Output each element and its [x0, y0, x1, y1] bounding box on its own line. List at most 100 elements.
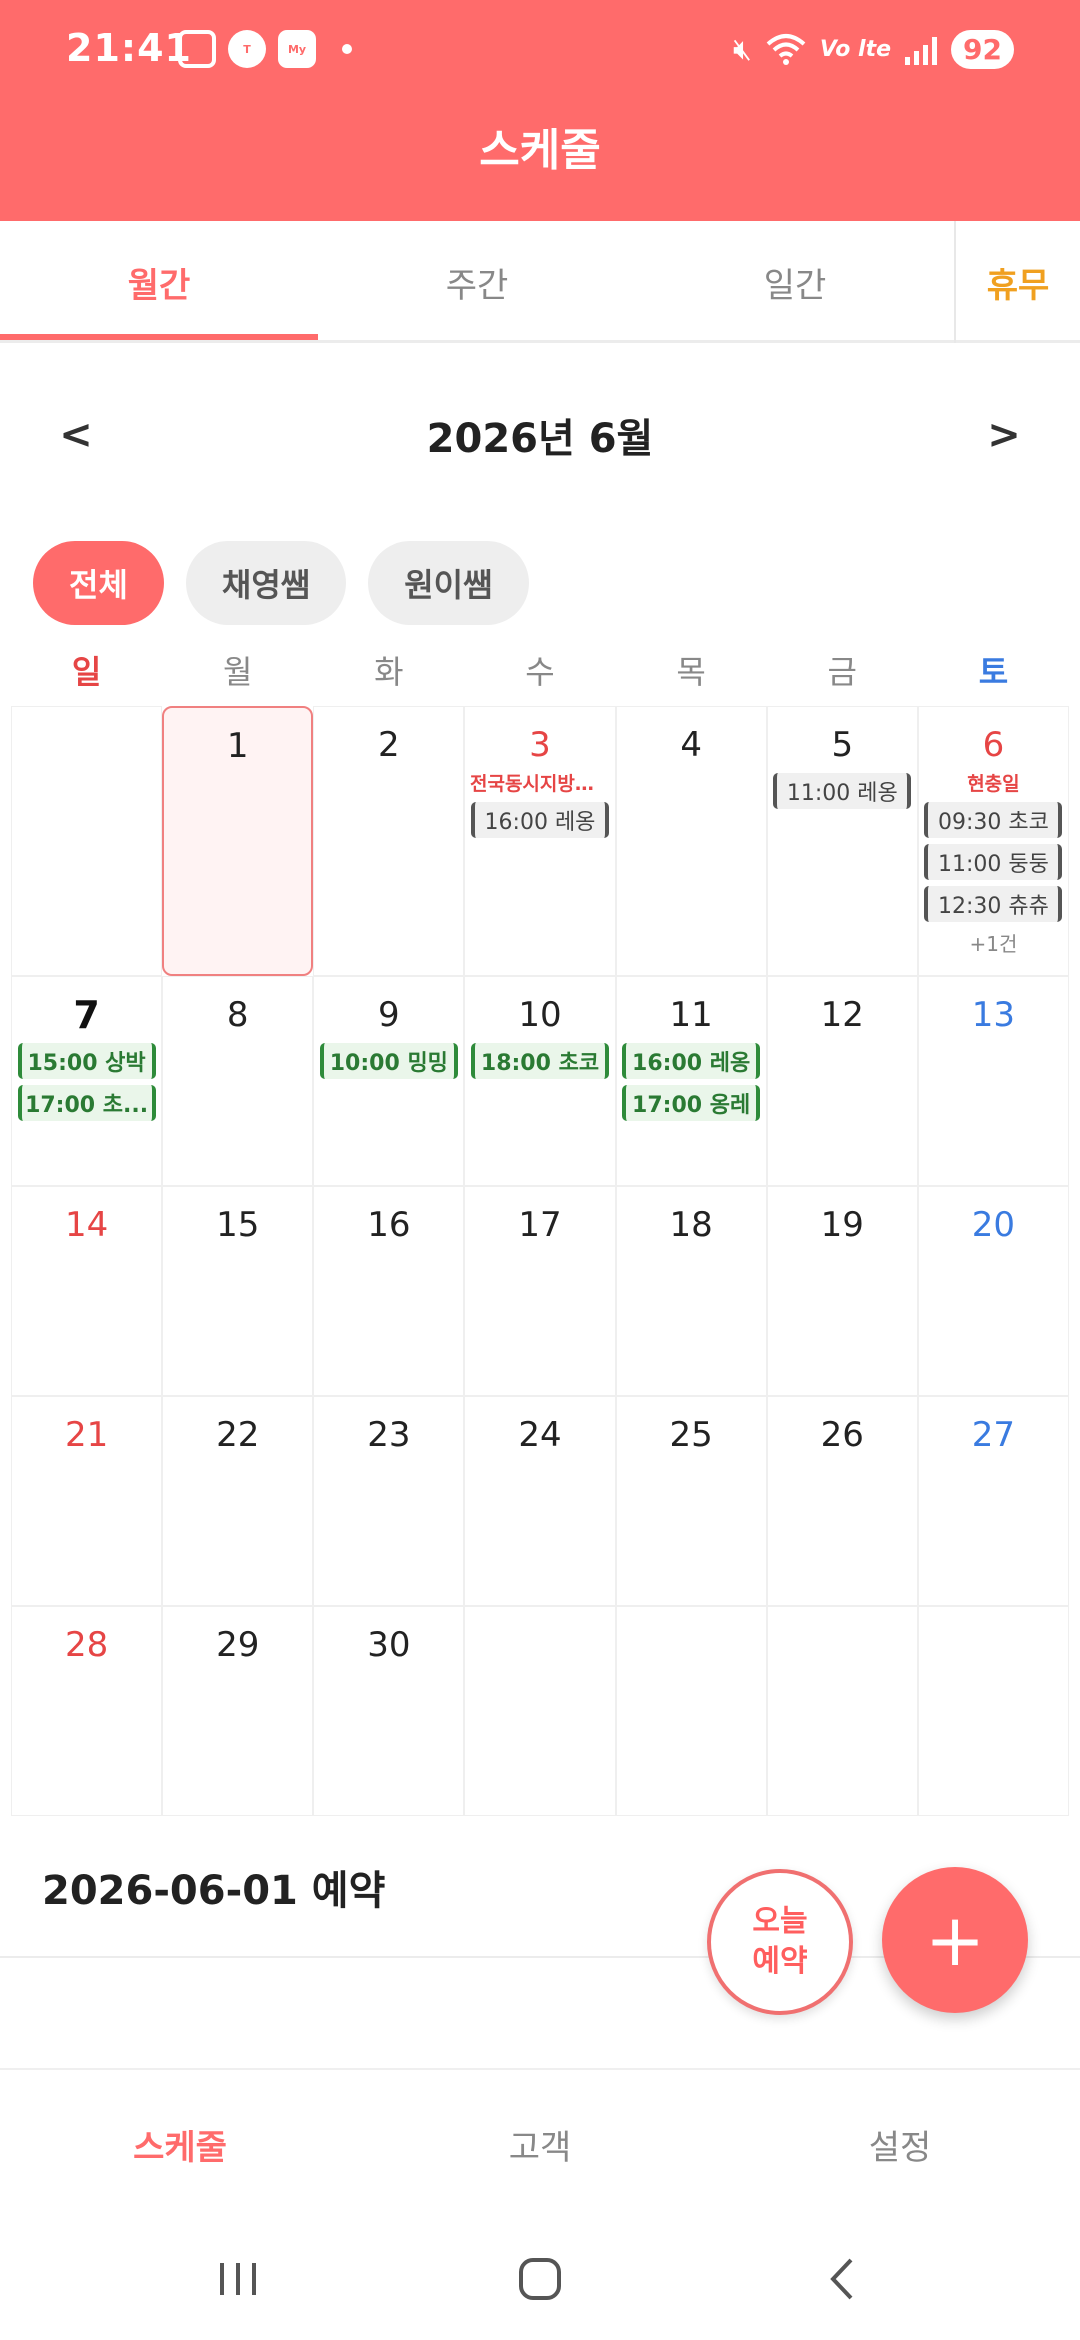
calendar-day-cell[interactable]: 28 — [11, 1606, 163, 1816]
tab-monthly[interactable]: 월간 — [0, 221, 318, 343]
tab-daily[interactable]: 일간 — [636, 221, 954, 343]
add-reservation-button[interactable]: + — [882, 1867, 1028, 2013]
month-calendar-grid: 1 2 3 전국동시지방선... 16:00 레옹 4 5 11:00 레옹 6 현충일 09:30… — [11, 706, 1069, 1816]
calendar-day-cell[interactable]: 18 — [615, 1186, 767, 1396]
calendar-day-cell[interactable]: 12 — [766, 976, 918, 1186]
notification-dot-icon — [342, 44, 352, 54]
day-number: 13 — [971, 995, 1016, 1035]
calendar-day-cell[interactable]: 30 — [313, 1606, 465, 1816]
calendar-day-cell[interactable]: 29 — [162, 1606, 314, 1816]
calendar-day-cell[interactable]: 16 — [313, 1186, 465, 1396]
day-number: 6 — [982, 725, 1005, 765]
day-number: 7 — [73, 993, 100, 1037]
month-navigation: 2026년 6월 < > — [0, 400, 1080, 470]
filter-chip-chaeyoung[interactable]: 채영쌤 — [185, 541, 347, 625]
day-number: 1 — [226, 726, 249, 766]
calendar-day-cell[interactable]: 3 전국동시지방선... 16:00 레옹 — [464, 706, 616, 976]
back-icon[interactable] — [782, 2218, 902, 2340]
day-number: 18 — [669, 1205, 713, 1245]
today-reservations-button[interactable]: 오늘 예약 — [707, 1869, 853, 2015]
day-number: 24 — [518, 1415, 562, 1455]
calendar-day-cell[interactable]: 2 — [313, 706, 465, 976]
calendar-day-cell[interactable]: 1 — [162, 706, 314, 976]
appointment-chip[interactable]: 11:00 레옹 — [773, 773, 912, 809]
appointment-chip[interactable]: 18:00 초코 — [470, 1043, 609, 1079]
tab-weekly[interactable]: 주간 — [318, 221, 636, 343]
weekday-sat: 토 — [978, 653, 1009, 691]
calendar-day-cell[interactable]: 15 — [162, 1186, 314, 1396]
status-bar: 21:41 T My 🔇︎ Vo lte 92 — [0, 0, 1080, 96]
bottom-navigation: 스케줄 고객 설정 — [0, 2068, 1080, 2218]
status-time: 21:41 — [66, 26, 192, 70]
appointment-chip[interactable]: 15:00 상박 — [17, 1043, 156, 1079]
calendar-day-cell[interactable]: 20 — [917, 1186, 1069, 1396]
calendar-day-cell[interactable]: 10 18:00 초코 — [464, 976, 616, 1186]
calendar-day-cell[interactable]: 27 — [917, 1396, 1069, 1606]
calendar-day-cell[interactable]: 26 — [766, 1396, 918, 1606]
calendar-day-cell[interactable]: 21 — [11, 1396, 163, 1606]
calendar-day-cell — [917, 1606, 1069, 1816]
app-header: 21:41 T My 🔇︎ Vo lte 92 스케줄 — [0, 0, 1080, 221]
weekday-tue: 화 — [374, 653, 404, 691]
recents-icon[interactable] — [178, 2218, 298, 2340]
calendar-day-cell[interactable]: 24 — [464, 1396, 616, 1606]
page-title: 스케줄 — [479, 125, 601, 176]
calendar-day-cell — [615, 1606, 767, 1816]
calendar-day-cell[interactable]: 5 11:00 레옹 — [766, 706, 918, 976]
appointment-chip[interactable]: 16:00 레옹 — [470, 802, 609, 838]
calendar-day-cell[interactable]: 22 — [162, 1396, 314, 1606]
prev-month-button[interactable]: < — [36, 400, 116, 470]
calendar-day-cell[interactable]: 11 16:00 레옹 17:00 옹레 — [615, 976, 767, 1186]
calendar-day-cell[interactable]: 4 — [615, 706, 767, 976]
calendar-day-cell[interactable]: 23 — [313, 1396, 465, 1606]
screen-capture-icon — [178, 30, 216, 68]
appointment-chip[interactable]: 12:30 츄츄 — [924, 886, 1063, 922]
view-tabs: 월간 주간 일간 휴무 — [0, 221, 1080, 343]
day-number: 14 — [64, 1205, 109, 1245]
day-number: 19 — [820, 1205, 864, 1245]
appointment-chip[interactable]: 09:30 초코 — [924, 802, 1063, 838]
status-notification-icons: T My — [178, 26, 352, 72]
day-number: 27 — [971, 1415, 1016, 1455]
weekday-wed: 수 — [525, 653, 555, 691]
volte-icon: Vo lte — [819, 36, 892, 62]
day-number: 2 — [378, 725, 400, 765]
calendar-day-cell[interactable]: 8 — [162, 976, 314, 1186]
calendar-day-cell[interactable]: 14 — [11, 1186, 163, 1396]
day-number: 25 — [669, 1415, 713, 1455]
day-number: 15 — [216, 1205, 260, 1245]
day-number: 9 — [378, 995, 400, 1035]
staff-filter: 전체 채영쌤 원이쌤 — [33, 541, 529, 625]
appointment-chip[interactable]: 17:00 옹레 — [622, 1085, 761, 1121]
calendar-day-cell[interactable]: 25 — [615, 1396, 767, 1606]
holiday-button[interactable]: 휴무 — [956, 221, 1080, 343]
weekday-mon: 월 — [222, 653, 253, 691]
appointment-chip[interactable]: 10:00 밍밍 — [319, 1043, 458, 1079]
home-icon[interactable] — [480, 2218, 600, 2340]
day-number: 17 — [518, 1205, 562, 1245]
more-appointments-label[interactable]: +1건 — [969, 928, 1017, 957]
nav-settings[interactable]: 설정 — [720, 2070, 1080, 2218]
calendar-day-cell[interactable]: 6 현충일 09:30 초코 11:00 둥둥 12:30 츄츄 +1건 — [917, 706, 1069, 976]
nav-schedule[interactable]: 스케줄 — [0, 2070, 360, 2218]
next-month-button[interactable]: > — [964, 400, 1044, 470]
filter-chip-wonyi[interactable]: 원이쌤 — [368, 541, 529, 625]
calendar-day-cell[interactable]: 9 10:00 밍밍 — [313, 976, 465, 1186]
nav-customers[interactable]: 고객 — [360, 2070, 720, 2218]
calendar-day-cell — [766, 1606, 918, 1816]
today-reservations-line2: 예약 — [752, 1944, 808, 1979]
weekday-fri: 금 — [827, 653, 857, 691]
day-number: 16 — [367, 1205, 411, 1245]
filter-chip-all[interactable]: 전체 — [33, 541, 164, 625]
calendar-day-cell[interactable]: 17 — [464, 1186, 616, 1396]
appointment-chip[interactable]: 17:00 초... — [17, 1085, 156, 1121]
calendar-day-cell[interactable]: 7 15:00 상박 17:00 초... — [11, 976, 163, 1186]
appointment-chip[interactable]: 11:00 둥둥 — [924, 844, 1063, 880]
day-number: 10 — [518, 995, 562, 1035]
day-number: 26 — [820, 1415, 864, 1455]
calendar-day-cell[interactable]: 19 — [766, 1186, 918, 1396]
appointment-chip[interactable]: 16:00 레옹 — [622, 1043, 761, 1079]
calendar-day-cell[interactable]: 13 — [917, 976, 1069, 1186]
day-number: 4 — [680, 725, 702, 765]
kakaotalk-icon: T — [228, 30, 266, 68]
